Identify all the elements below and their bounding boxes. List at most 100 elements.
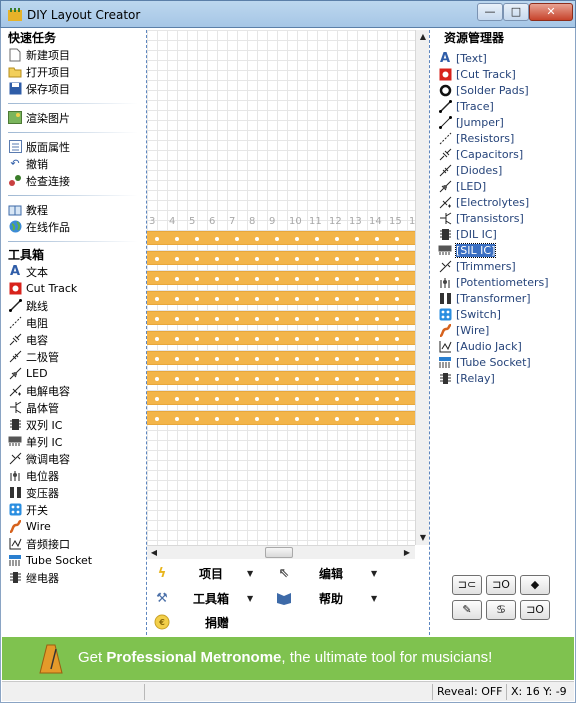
strip-hole bbox=[395, 417, 399, 421]
scroll-right-icon[interactable]: ▶ bbox=[400, 547, 414, 559]
strip-hole bbox=[195, 377, 199, 381]
dil-ic-icon bbox=[438, 227, 452, 241]
edit-menu[interactable]: ⇖ 编辑 ▼ bbox=[275, 563, 378, 583]
tool-cut-track[interactable]: Cut Track bbox=[8, 280, 138, 297]
resource-item[interactable]: [Trimmers] bbox=[438, 258, 568, 274]
resource-item[interactable]: [Jumper] bbox=[438, 114, 568, 130]
copper-strip[interactable] bbox=[147, 331, 415, 345]
tool-switch[interactable]: 开关 bbox=[8, 501, 138, 518]
strip-hole bbox=[355, 297, 359, 301]
tool-jumper[interactable]: 跳线 bbox=[8, 297, 138, 314]
donate-menu[interactable]: € 捐赠 bbox=[153, 612, 229, 632]
maximize-button[interactable]: □ bbox=[503, 3, 529, 21]
tool-transformer[interactable]: 变压器 bbox=[8, 484, 138, 501]
scroll-thumb[interactable] bbox=[265, 547, 293, 558]
resource-item[interactable]: [Switch] bbox=[438, 306, 568, 322]
resource-item[interactable]: [Trace] bbox=[438, 98, 568, 114]
tool-button-2[interactable]: ⊐O bbox=[486, 575, 516, 595]
tool-sil-ic[interactable]: 单列 IC bbox=[8, 433, 138, 450]
resource-item[interactable]: [Resistors] bbox=[438, 130, 568, 146]
resource-item[interactable]: [Tube Socket] bbox=[438, 354, 568, 370]
scroll-up-icon[interactable]: ▲ bbox=[417, 30, 429, 44]
ad-banner[interactable]: Get Professional Metronome, the ultimate… bbox=[2, 637, 574, 680]
strip-hole bbox=[315, 317, 319, 321]
tool-text[interactable]: A 文本 bbox=[8, 263, 138, 280]
copper-strip[interactable] bbox=[147, 351, 415, 365]
layout-canvas[interactable]: 345678910111213141516 bbox=[147, 30, 415, 545]
new-project-item[interactable]: 新建项目 bbox=[8, 46, 138, 63]
tool-potentiometer[interactable]: 电位器 bbox=[8, 467, 138, 484]
strip-hole bbox=[355, 317, 359, 321]
copper-strip[interactable] bbox=[147, 311, 415, 325]
scroll-left-icon[interactable]: ◀ bbox=[147, 547, 161, 559]
resource-item[interactable]: [DIL IC] bbox=[438, 226, 568, 242]
ruler-number: 13 bbox=[349, 216, 362, 227]
resource-item[interactable]: [Potentiometers] bbox=[438, 274, 568, 290]
copper-strip[interactable] bbox=[147, 291, 415, 305]
resource-item[interactable]: [Cut Track] bbox=[438, 66, 568, 82]
strip-hole bbox=[235, 257, 239, 261]
tool-button-1[interactable]: ⊐⊂ bbox=[452, 575, 482, 595]
tool-led[interactable]: LED bbox=[8, 365, 138, 382]
tool-wire[interactable]: Wire bbox=[8, 518, 138, 535]
resource-item[interactable]: A [Text] bbox=[438, 50, 568, 66]
resource-item-label: [Jumper] bbox=[456, 115, 504, 129]
minimize-button[interactable]: — bbox=[477, 3, 503, 21]
project-menu[interactable]: ϟ 项目 ▼ bbox=[153, 563, 253, 583]
layout-properties-item[interactable]: 版面属性 bbox=[8, 138, 138, 155]
tool-button-3[interactable]: ◆ bbox=[520, 575, 550, 595]
close-button[interactable]: ✕ bbox=[529, 3, 573, 21]
tool-transistor[interactable]: 晶体管 bbox=[8, 399, 138, 416]
copper-strip[interactable] bbox=[147, 391, 415, 405]
resource-item[interactable]: [Audio Jack] bbox=[438, 338, 568, 354]
resource-item[interactable]: [Solder Pads] bbox=[438, 82, 568, 98]
ruler-number: 7 bbox=[229, 216, 236, 227]
tool-electrolytic[interactable]: 电解电容 bbox=[8, 382, 138, 399]
strip-hole bbox=[155, 377, 159, 381]
resource-item[interactable]: [Capacitors] bbox=[438, 146, 568, 162]
book-icon bbox=[8, 203, 22, 217]
resource-item-label: [Wire] bbox=[456, 323, 490, 337]
ruler-number: 4 bbox=[169, 216, 176, 227]
tool-button-5[interactable]: ♋ bbox=[486, 600, 516, 620]
copper-strip[interactable] bbox=[147, 271, 415, 285]
resource-item[interactable]: [Diodes] bbox=[438, 162, 568, 178]
copper-strip[interactable] bbox=[147, 251, 415, 265]
strip-hole bbox=[235, 377, 239, 381]
help-menu[interactable]: 帮助 ▼ bbox=[275, 588, 377, 608]
toolbox-menu[interactable]: ⚒ 工具箱 ▼ bbox=[153, 588, 253, 608]
render-image-item[interactable]: 渲染图片 bbox=[8, 109, 138, 126]
online-works-item[interactable]: 在线作品 bbox=[8, 218, 138, 235]
resource-item[interactable]: [LED] bbox=[438, 178, 568, 194]
tool-dil-ic[interactable]: 双列 IC bbox=[8, 416, 138, 433]
vertical-scrollbar[interactable]: ▲ ▼ bbox=[415, 30, 429, 545]
scroll-down-icon[interactable]: ▼ bbox=[417, 531, 429, 545]
resource-item[interactable]: [Transistors] bbox=[438, 210, 568, 226]
tool-trimmer[interactable]: 微调电容 bbox=[8, 450, 138, 467]
resource-item[interactable]: [Relay] bbox=[438, 370, 568, 386]
resource-item[interactable]: [SIL IC] bbox=[438, 242, 568, 258]
horizontal-scrollbar[interactable]: ◀ ▶ bbox=[147, 545, 415, 559]
check-connections-item[interactable]: 检查连接 bbox=[8, 172, 138, 189]
tool-button-4[interactable]: ✎ bbox=[452, 600, 482, 620]
tool-button-6[interactable]: ⊐O bbox=[520, 600, 550, 620]
copper-strip[interactable] bbox=[147, 371, 415, 385]
tool-audio-jack[interactable]: 音频接口 bbox=[8, 535, 138, 552]
tool-resistor[interactable]: 电阻 bbox=[8, 314, 138, 331]
copper-strip[interactable] bbox=[147, 411, 415, 425]
tool-tube-socket[interactable]: Tube Socket bbox=[8, 552, 138, 569]
resource-item[interactable]: [Transformer] bbox=[438, 290, 568, 306]
resource-item[interactable]: [Wire] bbox=[438, 322, 568, 338]
tutorial-item[interactable]: 教程 bbox=[8, 201, 138, 218]
undo-item[interactable]: ↶ 撤销 bbox=[8, 155, 138, 172]
open-project-item[interactable]: 打开项目 bbox=[8, 63, 138, 80]
tool-capacitor[interactable]: 电容 bbox=[8, 331, 138, 348]
resource-item[interactable]: [Electrolytes] bbox=[438, 194, 568, 210]
tool-buttons-grid: ⊐⊂ ⊐O ◆ ✎ ♋ ⊐O bbox=[452, 575, 552, 623]
save-project-item[interactable]: 保存项目 bbox=[8, 80, 138, 97]
copper-strip[interactable] bbox=[147, 231, 415, 245]
tool-relay[interactable]: 继电器 bbox=[8, 569, 138, 586]
resource-item-label: [Relay] bbox=[456, 371, 495, 385]
strip-hole bbox=[175, 397, 179, 401]
tool-diode[interactable]: 二极管 bbox=[8, 348, 138, 365]
